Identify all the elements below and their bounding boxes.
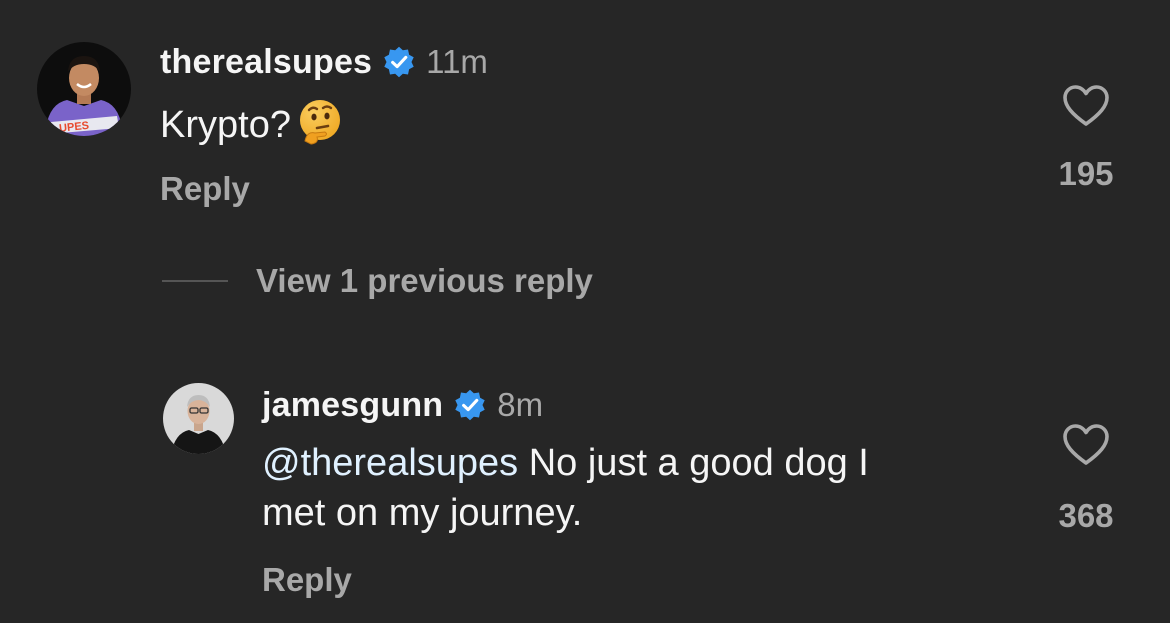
thinking-face-icon [295, 97, 345, 147]
heart-icon [1063, 424, 1109, 465]
view-previous-replies-button[interactable]: View 1 previous reply [162, 262, 593, 300]
comment-header: therealsupes 11m [160, 40, 488, 84]
like-count: 368 [1058, 497, 1114, 534]
timestamp: 11m [426, 43, 488, 80]
comment-body: Krypto? [160, 104, 291, 146]
reply-button[interactable]: Reply [160, 170, 250, 208]
verified-badge-icon [382, 45, 416, 79]
heart-icon [1063, 85, 1109, 126]
username[interactable]: jamesgunn [262, 386, 443, 425]
comment-header: jamesgunn 8m [262, 383, 543, 427]
like-count: 195 [1058, 155, 1114, 192]
reply-button[interactable]: Reply [262, 561, 352, 599]
like-button[interactable] [1046, 423, 1126, 467]
like-button[interactable] [1046, 84, 1126, 128]
avatar[interactable] [163, 383, 234, 454]
comment-text: @therealsupes No just a good dog I met o… [262, 438, 869, 538]
comment-body-line-1: No just a good dog I [528, 442, 869, 484]
verified-badge-icon [453, 388, 487, 422]
timestamp: 8m [497, 386, 544, 423]
comment-text: Krypto? [160, 97, 345, 149]
avatar[interactable]: UPES [37, 42, 131, 136]
view-replies-label: View 1 previous reply [256, 262, 593, 299]
mention-link[interactable]: @therealsupes [262, 442, 518, 484]
thread-divider [162, 280, 228, 282]
comment-line-1: @therealsupes No just a good dog I [262, 438, 869, 488]
comment-body-line-2: met on my journey. [262, 492, 583, 534]
username[interactable]: therealsupes [160, 43, 372, 82]
